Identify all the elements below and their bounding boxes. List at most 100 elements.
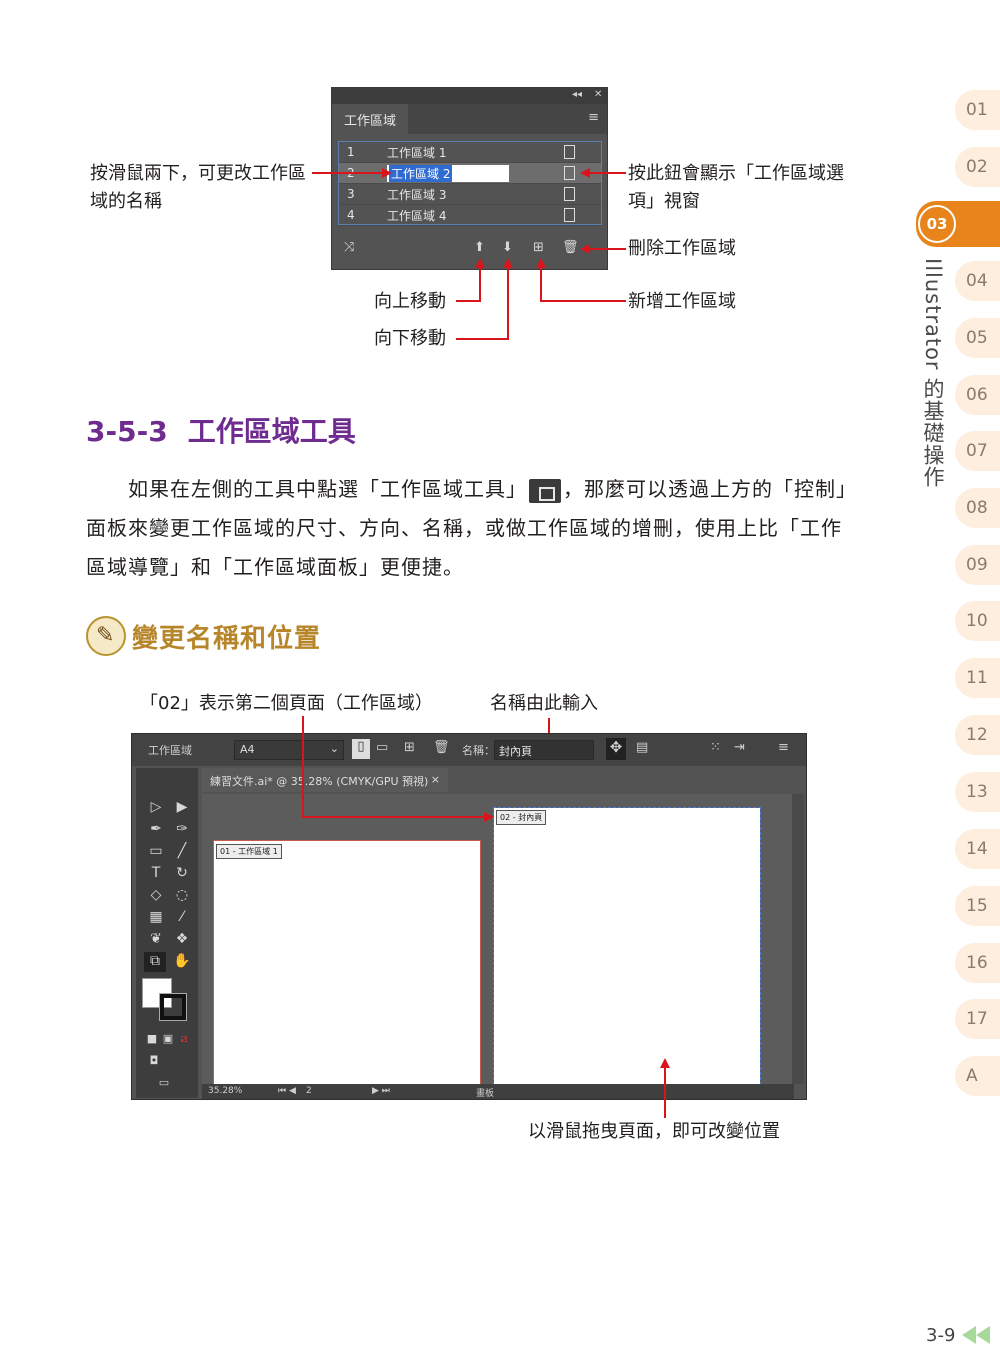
callout-line bbox=[456, 338, 509, 340]
chapter-tab-10[interactable]: 10 bbox=[955, 601, 1000, 641]
rectangle-tool-icon[interactable]: ▭ bbox=[146, 842, 166, 860]
reference-point-icon[interactable]: ⁙ bbox=[710, 740, 721, 755]
move-copy-icon[interactable]: ✥ bbox=[606, 738, 626, 760]
trash-icon[interactable]: 🗑 bbox=[433, 740, 450, 755]
callout-line bbox=[312, 172, 382, 174]
new-artboard-icon[interactable]: ⊞ bbox=[404, 740, 415, 755]
preset-dropdown[interactable]: A4 ⌄ bbox=[234, 740, 344, 760]
arrow-icon bbox=[484, 812, 494, 822]
name-input[interactable]: 封內頁 bbox=[494, 740, 594, 760]
landscape-icon[interactable]: ▭ bbox=[376, 740, 388, 755]
type-tool-icon[interactable]: T bbox=[146, 864, 166, 882]
rotate-tool-icon[interactable]: ↻ bbox=[172, 864, 192, 882]
rename-field[interactable]: 工作區域 2 bbox=[387, 164, 509, 182]
chapter-tab-16[interactable]: 16 bbox=[955, 943, 1000, 983]
chapter-tab-06[interactable]: 06 bbox=[955, 375, 1000, 415]
arrow-icon bbox=[536, 258, 546, 268]
panel-tabbar: 工作區域 ≡ bbox=[332, 104, 607, 134]
none-mode-icon[interactable]: ⧄ bbox=[174, 1030, 194, 1048]
document-tab[interactable]: 練習文件.ai* @ 35.28% (CMYK/GPU 預視) × bbox=[202, 768, 448, 792]
document-title: 練習文件.ai* @ 35.28% (CMYK/GPU 預視) bbox=[210, 775, 429, 788]
chapter-tab-appendix[interactable]: A bbox=[955, 1056, 1000, 1096]
artboard-options-icon[interactable] bbox=[564, 166, 575, 180]
close-icon[interactable]: × bbox=[431, 773, 440, 786]
collapse-icon[interactable]: ◂◂ bbox=[572, 89, 582, 100]
zoom-value[interactable]: 35.28% bbox=[208, 1086, 242, 1096]
trash-icon[interactable]: 🗑 bbox=[562, 240, 579, 255]
draw-mode-icon[interactable]: ◘ bbox=[144, 1052, 164, 1070]
label-drag-to-move: 以滑鼠拖曳頁面，即可改變位置 bbox=[528, 1121, 780, 1142]
chapter-tab-13[interactable]: 13 bbox=[955, 772, 1000, 812]
chapter-tab-17[interactable]: 17 bbox=[955, 999, 1000, 1039]
chapter-tab-03[interactable]: 03 bbox=[916, 201, 1000, 247]
stroke-swatch[interactable] bbox=[159, 993, 187, 1021]
chapter-tab-15[interactable]: 15 bbox=[955, 886, 1000, 926]
artboard-2[interactable] bbox=[493, 807, 761, 1085]
eraser-tool-icon[interactable]: ◇ bbox=[146, 886, 166, 904]
callout-line bbox=[507, 266, 509, 340]
symbol-sprayer-icon[interactable]: ❦ bbox=[146, 930, 166, 948]
callout-line bbox=[302, 816, 484, 818]
artboard-row[interactable]: 3 工作區域 3 bbox=[339, 184, 601, 205]
menu-icon[interactable]: ≡ bbox=[778, 740, 789, 755]
blend-tool-icon[interactable]: ❖ bbox=[172, 930, 192, 948]
page-number: 3-9 bbox=[926, 1325, 956, 1346]
chapter-tab-05[interactable]: 05 bbox=[955, 318, 1000, 358]
chapter-tab-01[interactable]: 01 bbox=[955, 90, 1000, 130]
arrow-icon bbox=[382, 168, 392, 178]
artboards-panel-screenshot: ◂◂ ✕ 工作區域 ≡ 1 工作區域 1 2 工作區域 2 3 工作區域 3 4… bbox=[331, 87, 608, 270]
chapter-tab-09[interactable]: 09 bbox=[955, 545, 1000, 585]
chapter-tab-07[interactable]: 07 bbox=[955, 431, 1000, 471]
chapter-tab-08[interactable]: 08 bbox=[955, 488, 1000, 528]
chevron-down-icon: ⌄ bbox=[329, 742, 339, 755]
lasso-tool-icon[interactable]: ◌ bbox=[172, 886, 192, 904]
artboard-1-label: 01 - 工作區域 1 bbox=[216, 844, 282, 859]
callout-line bbox=[664, 1068, 666, 1118]
move-up-icon[interactable]: ⬆ bbox=[474, 240, 485, 255]
align-icon[interactable]: ⇥ bbox=[734, 740, 745, 755]
page-field[interactable]: 2 bbox=[306, 1086, 312, 1096]
callout-line bbox=[590, 248, 626, 250]
callout-move-down: 向下移動 bbox=[374, 328, 446, 349]
screen-mode-icon[interactable]: ▭ bbox=[154, 1074, 174, 1092]
row-number: 1 bbox=[347, 145, 355, 159]
selection-tool-icon[interactable]: ▷ bbox=[146, 798, 166, 816]
callout-line bbox=[302, 716, 304, 818]
brush-tool-icon[interactable]: ╱ bbox=[172, 842, 192, 860]
rearrange-icon[interactable]: ⤨ bbox=[344, 240, 354, 255]
callout-move-up: 向上移動 bbox=[374, 291, 446, 312]
label-page-number: 「02」表示第二個頁面（工作區域） bbox=[140, 693, 433, 714]
gradient-tool-icon[interactable]: ▦ bbox=[146, 908, 166, 926]
artboard-options-icon[interactable] bbox=[564, 187, 575, 201]
artboard-2-label: 02 - 封內頁 bbox=[496, 810, 547, 825]
close-icon[interactable]: ✕ bbox=[594, 89, 602, 100]
arrow-icon bbox=[580, 168, 590, 178]
panel-tab-artboards[interactable]: 工作區域 bbox=[332, 104, 408, 134]
nav-arrows-icon[interactable]: ⏮ ◀ bbox=[278, 1086, 296, 1096]
canvas[interactable]: 01 - 工作區域 1 02 - 封內頁 bbox=[202, 794, 794, 1085]
chapter-tab-14[interactable]: 14 bbox=[955, 829, 1000, 869]
artboard-tool-icon[interactable]: ⧉ bbox=[144, 952, 166, 972]
move-down-icon[interactable]: ⬇ bbox=[502, 240, 513, 255]
artboard-options-icon[interactable]: ▤ bbox=[636, 740, 648, 755]
artboard-options-icon[interactable] bbox=[564, 208, 575, 222]
vertical-scrollbar[interactable] bbox=[792, 794, 804, 1084]
artboard-1[interactable] bbox=[213, 840, 481, 1085]
curvature-tool-icon[interactable]: ✑ bbox=[172, 820, 192, 838]
artboard-row[interactable]: 1 工作區域 1 bbox=[339, 142, 601, 163]
pen-tool-icon[interactable]: ✒ bbox=[146, 820, 166, 838]
chapter-tab-02[interactable]: 02 bbox=[955, 147, 1000, 187]
hamburger-icon[interactable]: ≡ bbox=[588, 110, 599, 125]
portrait-icon[interactable]: ▯ bbox=[352, 739, 370, 759]
direct-selection-icon[interactable]: ▶ bbox=[172, 798, 192, 816]
eyedropper-tool-icon[interactable]: ⁄ bbox=[172, 908, 192, 926]
chapter-tab-11[interactable]: 11 bbox=[955, 658, 1000, 698]
chapter-tab-04[interactable]: 04 bbox=[955, 261, 1000, 301]
pen-nib-icon bbox=[86, 616, 126, 656]
new-artboard-icon[interactable]: ⊞ bbox=[533, 240, 544, 255]
artboard-options-icon[interactable] bbox=[564, 145, 575, 159]
hand-tool-icon[interactable]: ✋ bbox=[172, 952, 192, 970]
nav-forward-icon[interactable]: ▶ ⏭ bbox=[372, 1086, 390, 1096]
artboard-row[interactable]: 4 工作區域 4 bbox=[339, 205, 601, 226]
chapter-tab-12[interactable]: 12 bbox=[955, 715, 1000, 755]
